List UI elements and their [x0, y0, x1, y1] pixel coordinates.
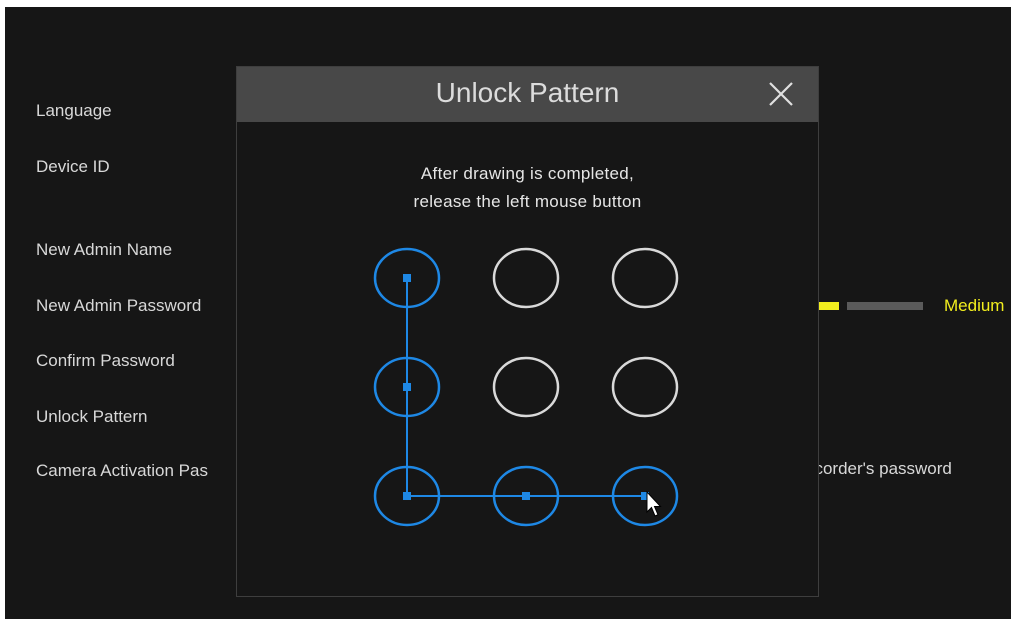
- pattern-dot-center: [403, 383, 411, 391]
- new-admin-name-label: New Admin Name: [36, 240, 173, 259]
- pattern-path: [406, 278, 645, 497]
- password-strength-label: Medium: [944, 296, 1005, 315]
- setup-screen: Language Device ID New Admin Name New Ad…: [5, 7, 1011, 619]
- pattern-dot-ring: [611, 247, 679, 309]
- device-id-label: Device ID: [36, 157, 110, 176]
- pattern-dot-3[interactable]: [611, 247, 679, 309]
- unlock-pattern-dialog: Unlock Pattern After drawing is complete…: [236, 66, 819, 597]
- pattern-dot-ring: [611, 356, 679, 418]
- recorder-password-note: ecorder's password: [805, 459, 952, 478]
- new-admin-password-label: New Admin Password: [36, 296, 202, 315]
- strength-segment-filled: [817, 302, 839, 310]
- pattern-dot-ring: [492, 356, 560, 418]
- pattern-dot-center: [403, 274, 411, 282]
- pattern-dots: [373, 247, 679, 527]
- language-label: Language: [36, 101, 112, 120]
- mouse-pointer-icon: [646, 490, 662, 517]
- pattern-dot-center: [522, 492, 530, 500]
- pattern-dot-ring: [492, 247, 560, 309]
- confirm-password-label: Confirm Password: [36, 351, 175, 370]
- pattern-dot-6[interactable]: [611, 356, 679, 418]
- unlock-pattern-label: Unlock Pattern: [36, 407, 148, 426]
- pattern-dot-center: [403, 492, 411, 500]
- pattern-connector-line: [406, 278, 645, 497]
- pattern-dot-5[interactable]: [492, 356, 560, 418]
- strength-segment-empty: [847, 302, 923, 310]
- camera-activation-password-label: Camera Activation Pas: [36, 461, 208, 480]
- pattern-grid[interactable]: [237, 67, 820, 598]
- pattern-dot-2[interactable]: [492, 247, 560, 309]
